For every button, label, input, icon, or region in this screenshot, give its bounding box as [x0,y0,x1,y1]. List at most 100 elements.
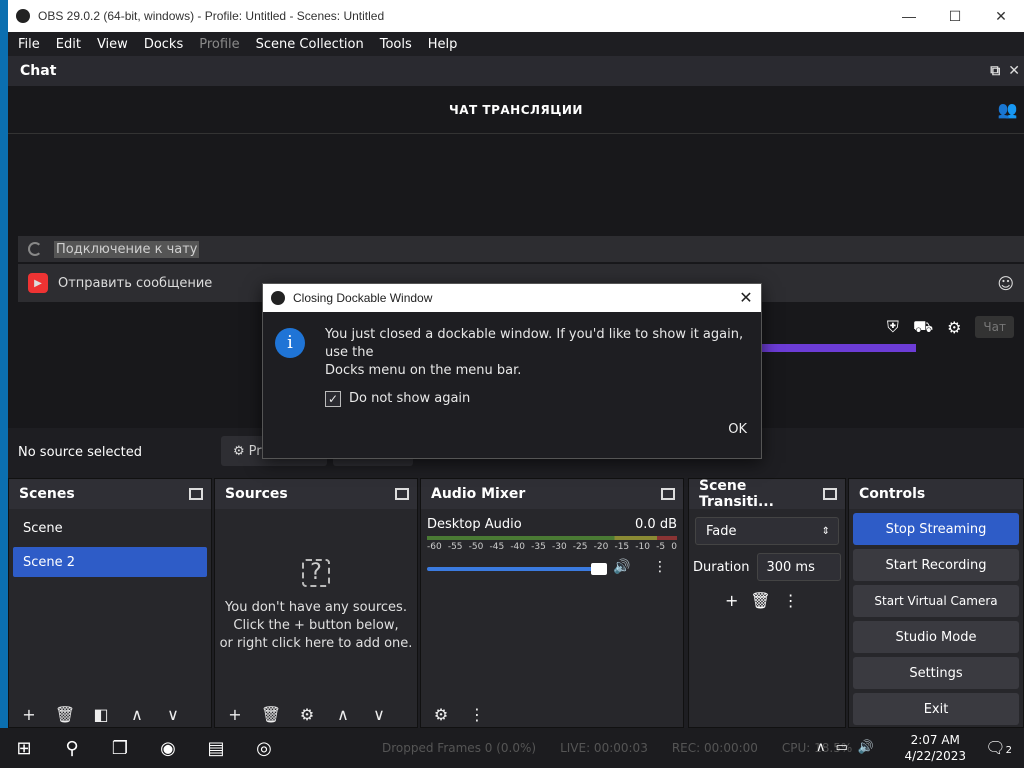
scene-item[interactable]: Scene [13,513,207,543]
add-icon[interactable]: + [725,591,738,610]
close-button[interactable]: ✕ [978,0,1024,32]
obs-logo-icon [16,9,30,23]
scenes-panel: Scenes Scene Scene 2 + 🗑 ◧ ∧ ∨ [8,478,212,728]
settings-button[interactable]: Settings [853,657,1019,689]
scenes-title: Scenes [19,486,75,502]
trash-icon[interactable]: 🗑 [257,705,285,724]
volume-knob[interactable] [591,563,607,575]
menu-scene-collection[interactable]: Scene Collection [248,37,372,52]
clock-time: 2:07 AM [910,733,960,747]
gear-icon[interactable]: ⚙ [427,705,455,724]
start-recording-button[interactable]: Start Recording [853,549,1019,581]
cart-icon[interactable]: ⛟ [913,317,933,338]
sources-panel[interactable]: Sources ? You don't have any sources. Cl… [214,478,418,728]
taskbar-clock[interactable]: 2:07 AM 4/22/2023 [904,732,966,764]
audio-mixer-panel: Audio Mixer Desktop Audio 0.0 dB -60 -55-… [420,478,684,728]
progress-bar [760,344,916,352]
scenes-toolbar: + 🗑 ◧ ∧ ∨ [9,701,211,727]
add-icon[interactable]: + [221,705,249,724]
start-virtual-camera-button[interactable]: Start Virtual Camera [853,585,1019,617]
menu-file[interactable]: File [10,37,48,52]
scenes-header: Scenes [9,479,211,509]
more-icon[interactable]: ⋮ [463,705,491,724]
menu-docks[interactable]: Docks [136,37,191,52]
ok-button[interactable]: OK [687,416,747,442]
volume-slider[interactable] [427,563,607,575]
minimize-button[interactable]: — [886,0,932,32]
folder-icon[interactable]: ▤ [192,728,240,768]
meter-tick: -10 [635,542,650,552]
empty-text: or right click here to add one. [219,636,413,651]
clock-date: 4/22/2023 [904,749,966,763]
speaker-icon[interactable]: 🔊 [613,559,630,575]
info-icon: i [275,328,305,358]
mixer-toolbar: ⚙ ⋮ [421,701,683,727]
emoji-icon[interactable]: ☺ [997,274,1014,293]
chrome-icon[interactable]: ◉ [144,728,192,768]
chat-input-placeholder[interactable]: Отправить сообщение [58,276,212,291]
scene-label: Scene [23,520,63,536]
empty-text: Click the + button below, [233,618,399,633]
menu-edit[interactable]: Edit [48,37,89,52]
chevron-up-icon[interactable]: ∧ [816,740,826,755]
filter-icon[interactable]: ◧ [87,705,115,724]
stop-streaming-button[interactable]: Stop Streaming [853,513,1019,545]
menu-profile[interactable]: Profile [191,37,247,52]
dialog-close-icon[interactable]: ✕ [731,288,761,308]
down-icon[interactable]: ∨ [365,705,393,724]
dock-close-icon[interactable]: ✕ [1008,63,1020,79]
gear-icon[interactable]: ⚙ [947,318,961,337]
menu-help[interactable]: Help [420,37,466,52]
shield-icon[interactable]: ⛨ [887,317,899,337]
studio-mode-button[interactable]: Studio Mode [853,621,1019,653]
notification-icon[interactable]: 🗨2 [985,738,1012,757]
window-title: OBS 29.0.2 (64-bit, windows) - Profile: … [38,9,385,23]
trash-icon[interactable]: 🗑 [51,705,79,724]
do-not-show-checkbox[interactable]: ✓ Do not show again [325,390,749,408]
dropped-frames: Dropped Frames 0 (0.0%) [382,741,537,755]
dialog-title: Closing Dockable Window [293,291,433,305]
add-icon[interactable]: + [15,705,43,724]
undock-icon[interactable] [189,488,203,500]
obs-logo-icon [271,291,285,305]
meter-tick: -15 [614,542,630,552]
menu-view[interactable]: View [89,37,136,52]
maximize-button[interactable]: ☐ [932,0,978,32]
scene-item-selected[interactable]: Scene 2 [13,547,207,577]
empty-text: You don't have any sources. [225,600,407,615]
more-icon[interactable]: ⋮ [653,559,667,575]
meter-ticks: -60 -55 -50 -45 -40 -35 -30 -25 -20 -15 -10 -5 0 [427,542,677,552]
question-icon: ? [302,559,330,587]
up-icon[interactable]: ∧ [329,705,357,724]
chat-send-button[interactable]: Чат [975,316,1014,338]
transition-value: Fade [706,523,737,539]
undock-icon[interactable] [823,488,837,500]
more-icon[interactable]: ⋮ [783,591,799,610]
menu-tools[interactable]: Tools [372,37,420,52]
transitions-panel: Scene Transiti... Fade ⇕ Duration 300 ms… [688,478,846,728]
undock-icon[interactable] [661,488,675,500]
gear-icon[interactable]: ⚙ [293,705,321,724]
users-icon[interactable]: 👥 [998,100,1018,119]
chat-actions: ⛨ ⛟ ⚙ Чат [887,316,1024,338]
meter-tick: -25 [572,542,588,552]
down-icon[interactable]: ∨ [159,705,187,724]
duration-input[interactable]: 300 ms [757,553,841,581]
search-icon[interactable]: ⚲ [48,728,96,768]
obs-taskbar-icon[interactable]: ◎ [240,728,288,768]
network-icon[interactable]: ▭ [836,740,848,755]
exit-button[interactable]: Exit [853,693,1019,725]
volume-icon[interactable]: 🔊 [858,740,874,755]
undock-icon[interactable]: ⧉ [990,63,1000,79]
properties-label: Pr [248,443,262,459]
undock-icon[interactable] [395,488,409,500]
controls-panel: Controls Stop Streaming Start Recording … [848,478,1024,728]
transition-select[interactable]: Fade ⇕ [695,517,839,545]
windows-start-icon[interactable]: ⊞ [0,728,48,768]
dialog-message: You just closed a dockable window. If yo… [325,327,744,360]
checkbox-check-icon[interactable]: ✓ [325,391,341,407]
up-icon[interactable]: ∧ [123,705,151,724]
dialog-titlebar: Closing Dockable Window ✕ [263,284,761,312]
task-view-icon[interactable]: ❐ [96,728,144,768]
trash-icon[interactable]: 🗑 [750,591,770,610]
